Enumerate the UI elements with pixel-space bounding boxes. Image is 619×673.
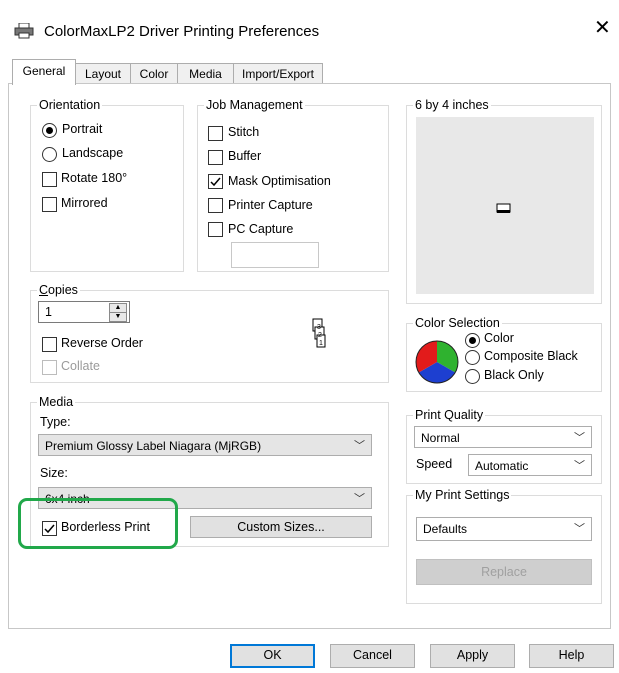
composite-black-label: Composite Black: [484, 349, 578, 363]
print-quality-legend: Print Quality: [415, 408, 484, 422]
landscape-radio[interactable]: [42, 147, 57, 162]
portrait-radio[interactable]: [42, 123, 57, 138]
buffer-checkbox[interactable]: [208, 150, 223, 165]
copies-legend: Copies: [39, 283, 78, 297]
speed-select[interactable]: Automatic ﹀: [468, 454, 592, 476]
black-only-label: Black Only: [484, 368, 544, 382]
svg-text:2: 2: [318, 332, 322, 339]
page-preview: [416, 117, 594, 294]
stitch-label: Stitch: [228, 125, 260, 139]
media-type-select[interactable]: Premium Glossy Label Niagara (MjRGB) ﹀: [38, 434, 372, 456]
printer-capture-label: Printer Capture: [228, 198, 313, 212]
orientation-legend: Orientation: [39, 98, 101, 112]
preview-legend: 6 by 4 inches: [415, 98, 489, 112]
chevron-down-icon: ﹀: [354, 493, 365, 505]
tab-color[interactable]: Color: [130, 63, 178, 84]
print-quality-value: Normal: [421, 431, 460, 445]
media-legend: Media: [39, 395, 74, 409]
my-print-settings-group: My Print Settings: [406, 488, 602, 604]
speed-value: Automatic: [475, 459, 529, 473]
capture-field[interactable]: [231, 242, 319, 268]
collate-pages-icon: 3 2 1: [312, 318, 326, 348]
window-title: ColorMaxLP2 Driver Printing Preferences: [44, 23, 320, 40]
svg-text:3: 3: [317, 324, 321, 331]
media-type-value: Premium Glossy Label Niagara (MjRGB): [45, 439, 262, 453]
color-selection-legend: Color Selection: [415, 316, 500, 330]
copies-input[interactable]: 1 ▲ ▼: [38, 301, 130, 323]
color-radio[interactable]: [465, 333, 480, 348]
buffer-label: Buffer: [228, 149, 262, 163]
tab-import-export[interactable]: Import/Export: [233, 63, 323, 84]
close-icon[interactable]: ✕: [594, 18, 611, 38]
title-bar: ColorMaxLP2 Driver Printing Preferences …: [0, 0, 619, 56]
chevron-down-icon: ﹀: [574, 460, 585, 472]
portrait-label: Portrait: [62, 122, 103, 136]
rotate-180-label: Rotate 180°: [61, 171, 128, 185]
mirrored-checkbox[interactable]: [42, 197, 57, 212]
mask-optimisation-label: Mask Optimisation: [228, 174, 331, 188]
tab-layout[interactable]: Layout: [75, 63, 131, 84]
printer-capture-checkbox[interactable]: [208, 198, 223, 213]
job-management-legend: Job Management: [206, 98, 303, 112]
custom-sizes-button[interactable]: Custom Sizes...: [190, 516, 372, 538]
highlight-box: [18, 498, 178, 549]
stitch-checkbox[interactable]: [208, 126, 223, 141]
ok-button[interactable]: OK: [230, 644, 315, 668]
print-quality-select[interactable]: Normal ﹀: [414, 426, 592, 448]
printer-icon: [14, 23, 34, 39]
chevron-down-icon: ﹀: [574, 523, 585, 535]
apply-button[interactable]: Apply: [430, 644, 515, 668]
reverse-order-checkbox[interactable]: [42, 337, 57, 352]
copies-spinner[interactable]: ▲ ▼: [109, 303, 127, 322]
pc-capture-label: PC Capture: [228, 222, 294, 236]
black-only-radio[interactable]: [465, 369, 480, 384]
my-print-settings-legend: My Print Settings: [415, 488, 510, 502]
printer-small-icon: [496, 203, 511, 213]
my-print-settings-select[interactable]: Defaults ﹀: [416, 517, 592, 541]
type-label: Type:: [40, 415, 71, 429]
color-label: Color: [484, 331, 514, 345]
tab-media[interactable]: Media: [177, 63, 234, 84]
cancel-button[interactable]: Cancel: [330, 644, 415, 668]
collate-checkbox[interactable]: [42, 360, 57, 375]
svg-text:1: 1: [319, 340, 323, 347]
chevron-down-icon: ﹀: [354, 440, 365, 452]
composite-black-radio[interactable]: [465, 350, 480, 365]
speed-label: Speed: [416, 457, 453, 471]
size-label: Size:: [40, 466, 68, 480]
landscape-label: Landscape: [62, 146, 124, 160]
mask-optimisation-checkbox[interactable]: [208, 174, 223, 189]
pc-capture-checkbox[interactable]: [208, 222, 223, 237]
rotate-180-checkbox[interactable]: [42, 172, 57, 187]
reverse-order-label: Reverse Order: [61, 336, 143, 350]
my-print-settings-value: Defaults: [423, 522, 468, 536]
replace-button[interactable]: Replace: [416, 559, 592, 585]
mirrored-label: Mirrored: [61, 196, 108, 210]
checkmark-icon: [210, 177, 221, 187]
collate-label: Collate: [61, 359, 100, 373]
copies-value: 1: [45, 305, 52, 319]
help-button[interactable]: Help: [529, 644, 614, 668]
spin-down-icon[interactable]: ▼: [109, 312, 127, 322]
color-wheel-icon: [415, 340, 459, 384]
tab-general[interactable]: General: [12, 59, 76, 85]
chevron-down-icon: ﹀: [574, 432, 585, 444]
